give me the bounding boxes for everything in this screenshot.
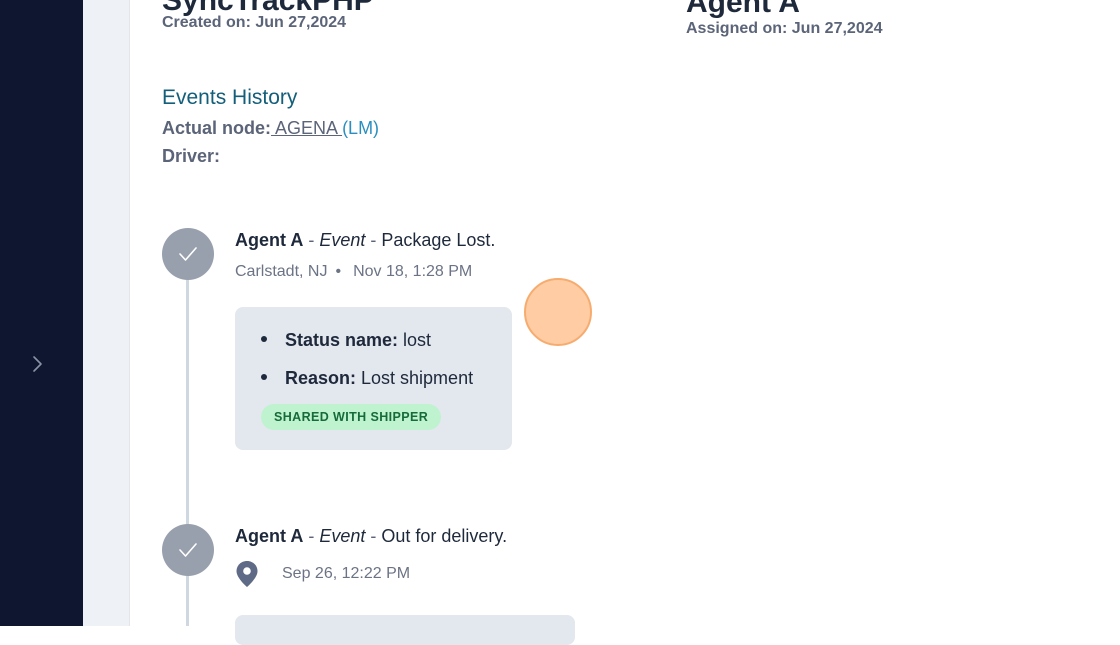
sidebar (0, 0, 83, 626)
meta-separator: • (335, 263, 342, 280)
driver-row: Driver: (162, 146, 220, 167)
event-type: Event (319, 526, 366, 546)
bullet (261, 374, 267, 381)
driver-label: Driver: (162, 146, 221, 166)
event-separator: - (303, 526, 320, 546)
event-separator: - (365, 230, 382, 250)
detail-item-reason: Reason: Lost shipment (261, 368, 473, 389)
event-agent: Agent A (235, 230, 304, 250)
detail-label: Status name: (285, 330, 399, 350)
event-meta: Sep 26, 12:22 PM (235, 560, 410, 588)
pointer-indicator (524, 278, 592, 346)
sidebar-expand-button[interactable] (26, 352, 48, 376)
chevron-right-icon (33, 356, 42, 372)
event-separator: - (365, 526, 382, 546)
event-description: Out for delivery. (381, 526, 508, 546)
event-detail-card (235, 615, 575, 645)
created-on-text: Created on: Jun 27,2024 (162, 14, 347, 31)
detail-value: Lost shipment (356, 368, 474, 388)
event-description: Package Lost. (381, 230, 496, 250)
event-location: Carlstadt, NJ (235, 263, 328, 280)
event-title: Agent A - Event - Out for delivery. (235, 526, 507, 547)
map-pin-icon (236, 561, 258, 587)
actual-node-label: Actual node: (162, 118, 272, 138)
events-history-heading: Events History (162, 86, 298, 109)
assigned-on-text: Assigned on: Jun 27,2024 (686, 20, 883, 37)
event-status-circle (162, 228, 214, 280)
content-gutter (83, 0, 130, 626)
detail-value: lost (398, 330, 432, 350)
actual-node-row: Actual node: AGENA (LM) (162, 118, 379, 139)
assignee-title: Agent A (686, 0, 800, 19)
main-content: SyncTrackPHP Created on: Jun 27,2024 Age… (130, 0, 1120, 645)
detail-label: Reason: (285, 368, 357, 388)
shared-with-shipper-badge: SHARED WITH SHIPPER (261, 404, 442, 430)
event-title: Agent A - Event - Package Lost. (235, 230, 495, 251)
detail-item-status: Status name: lost (261, 330, 431, 351)
event-detail-card: Status name: lost Reason: Lost shipment … (235, 307, 512, 450)
check-icon (179, 543, 197, 557)
bullet (261, 336, 267, 343)
event-agent: Agent A (235, 526, 304, 546)
check-icon (179, 247, 197, 261)
event-time: Sep 26, 12:22 PM (282, 565, 411, 582)
event-status-circle (162, 524, 214, 576)
event-type: Event (319, 230, 366, 250)
actual-node-link[interactable]: AGENA (271, 118, 342, 138)
event-meta: Carlstadt, NJ • Nov 18, 1:28 PM (235, 263, 472, 281)
event-separator: - (303, 230, 320, 250)
event-time: Nov 18, 1:28 PM (353, 263, 473, 280)
actual-node-suffix[interactable]: (LM) (342, 118, 379, 138)
